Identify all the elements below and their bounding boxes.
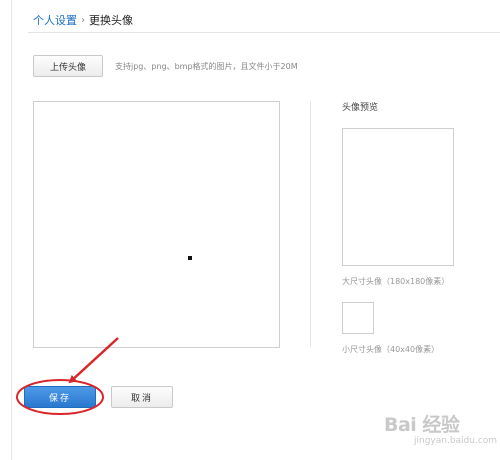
breadcrumb: 个人设置 › 更换头像 (33, 12, 133, 28)
chevron-right-icon: › (81, 14, 85, 26)
large-avatar-preview (342, 128, 454, 266)
avatar-crop-area[interactable] (33, 101, 280, 348)
page-left-border (11, 0, 12, 460)
save-button[interactable]: 保存 (24, 386, 96, 408)
preview-title: 头像预览 (342, 103, 379, 113)
watermark-logo: Bai 经验 (384, 414, 460, 436)
watermark-url: jingyan.baidu.com (414, 436, 498, 446)
breadcrumb-parent-link[interactable]: 个人设置 (33, 12, 77, 28)
cancel-button[interactable]: 取消 (111, 386, 173, 408)
baidu-jingyan-watermark: Bai 经验 jingyan.baidu.com (384, 408, 498, 452)
small-avatar-label: 小尺寸头像（40x40像素） (342, 345, 440, 354)
upload-avatar-button[interactable]: 上传头像 (33, 55, 103, 77)
header-divider (28, 32, 500, 33)
breadcrumb-current: 更换头像 (89, 14, 133, 27)
small-avatar-preview (342, 302, 374, 334)
crop-cursor-dot (188, 256, 192, 260)
large-avatar-label: 大尺寸头像（180x180像素） (342, 277, 450, 286)
vertical-divider (310, 101, 311, 347)
upload-hint: 支持jpg、png、bmp格式的图片，且文件小于20M (115, 61, 298, 71)
